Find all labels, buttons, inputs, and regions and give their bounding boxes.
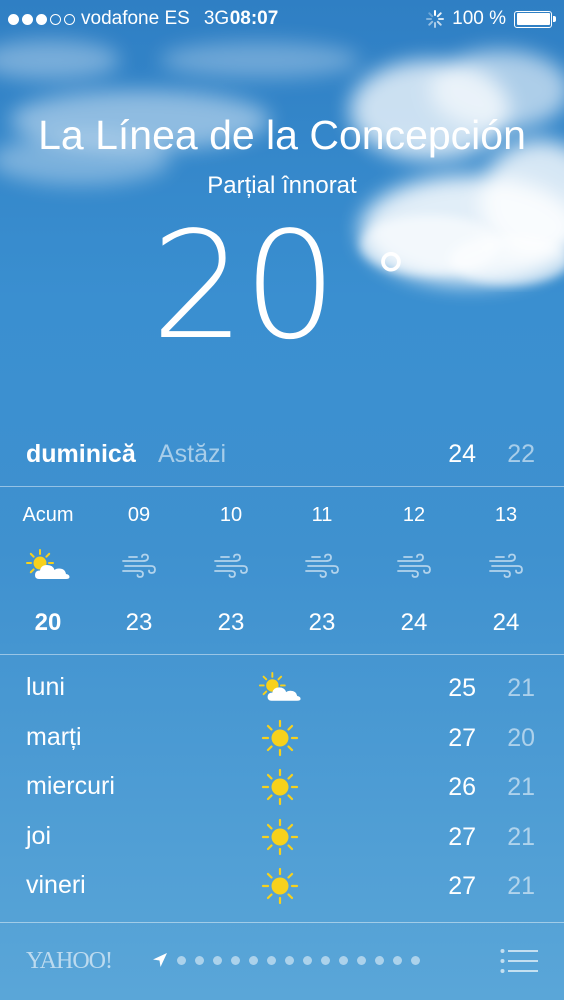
today-day: duminică [26,440,136,468]
page-dot [393,955,402,965]
hour-label: 09 [127,504,151,526]
page-dot [177,955,186,965]
degree-symbol: ° [377,238,405,316]
hour-label: 13 [494,504,518,526]
daily-row: luni 25 21 [0,668,564,718]
daily-high: 27 [448,723,476,752]
hour-label: 12 [402,504,426,526]
daily-low: 21 [507,674,535,702]
current-temperature-wrap: 20 ° [0,210,564,361]
list-icon[interactable] [500,948,538,974]
daily-row: marți 27 20 [0,718,564,768]
page-dot [213,955,222,965]
daily-day: marți [26,722,82,751]
hourly-forecast[interactable]: Acum 20 09 23 10 23 11 23 12 24 13 24 [0,500,564,650]
weather-condition: Parțial înnorat [207,172,357,199]
current-temperature: 20 [150,200,337,372]
wind-icon [99,536,179,596]
page-dot [231,955,240,965]
hourly-item: Acum 20 [8,500,88,637]
status-bar: vodafone ES 3G 08:07 100 % [0,0,564,38]
status-time: 08:07 [229,8,279,29]
divider-top [0,486,564,487]
page-dot [357,955,366,965]
daily-day: joi [26,821,52,850]
daily-low: 21 [507,872,535,900]
daily-day: vineri [26,871,86,899]
daily-low: 21 [507,773,535,801]
hour-label: Acum [22,504,74,526]
daily-day: miercuri [26,772,115,800]
daily-low: 20 [507,723,535,752]
yahoo-logo[interactable]: YAHOO! [26,948,113,975]
daily-row: vineri 27 21 [0,866,564,916]
location-arrow-icon [153,953,167,967]
hour-temp: 23 [125,609,153,636]
wind-icon [191,536,271,596]
daily-low: 21 [507,822,535,851]
sun-icon [258,866,302,906]
daily-row: joi 27 21 [0,817,564,867]
sun-icon [258,767,302,807]
footer-bar: YAHOO! [0,940,564,980]
daily-high: 26 [448,773,476,801]
wind-icon [282,536,362,596]
daily-forecast[interactable]: luni 25 21 marți 27 20 miercuri 26 21 jo… [0,668,564,916]
divider-middle [0,654,564,655]
hour-temp: 23 [308,609,336,636]
hourly-item: 12 24 [374,500,454,637]
page-dot [411,955,420,965]
page-dot [339,955,348,965]
page-dot [321,955,330,965]
hour-label: 10 [219,504,243,526]
activity-spinner-icon [426,10,445,28]
page-dot [303,955,312,965]
hourly-item: 10 23 [191,500,271,637]
daily-day: luni [26,673,65,701]
hour-label: 11 [311,504,333,526]
divider-bottom [0,922,564,923]
sun-icon [258,718,302,758]
page-dot [285,955,294,965]
status-right: 100 % [426,8,556,30]
today-summary: duminică Astăzi 24 22 [0,436,564,476]
page-indicator[interactable] [152,952,420,968]
sun-icon [258,817,302,857]
hour-temp: 20 [34,609,62,636]
today-label: Astăzi [158,440,227,468]
hourly-item: 11 23 [282,500,362,637]
page-dot [249,955,258,965]
page-dot [195,955,204,965]
daily-high: 25 [448,674,476,702]
daily-high: 27 [448,872,476,900]
today-low: 22 [507,440,535,468]
hourly-item: 13 24 [466,500,546,637]
wind-icon [466,536,546,596]
daily-row: miercuri 26 21 [0,767,564,817]
battery-icon [514,10,556,28]
page-dot [267,955,276,965]
city-name: La Línea de la Concepción [38,112,526,158]
today-high: 24 [448,440,476,468]
partly-cloudy-icon [8,536,88,596]
hour-temp: 23 [217,609,245,636]
wind-icon [374,536,454,596]
page-dot [375,955,384,965]
hour-temp: 24 [492,609,520,636]
battery-percent: 100 % [452,8,506,29]
hour-temp: 24 [400,609,428,636]
hourly-item: 09 23 [99,500,179,637]
partly-cloudy-icon [258,668,302,708]
daily-high: 27 [448,822,476,851]
